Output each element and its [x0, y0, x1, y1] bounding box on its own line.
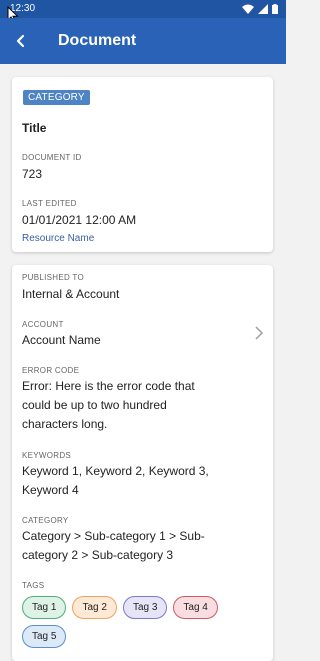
- document-title: Title: [22, 121, 47, 135]
- arrow-left-icon: [16, 34, 25, 48]
- tag-chip[interactable]: Tag 1: [22, 596, 67, 619]
- document-details-card: PUBLISHED TO Internal & Account ACCOUNT …: [12, 265, 273, 661]
- tag-chip[interactable]: Tag 2: [72, 596, 117, 619]
- document-id-label: DOCUMENT ID: [22, 153, 82, 162]
- back-button[interactable]: [10, 30, 32, 52]
- wifi-icon: [242, 4, 254, 14]
- tag-chip[interactable]: Tag 3: [122, 596, 168, 619]
- error-code-value: Error: Here is the error code that could…: [22, 379, 195, 431]
- resource-link[interactable]: Resource Name: [22, 233, 94, 244]
- document-id-value: 723: [22, 167, 43, 181]
- app-bar: Document: [0, 18, 286, 64]
- keywords-label: KEYWORDS: [22, 451, 72, 460]
- tags-label: TAGS: [22, 581, 45, 590]
- tag-chip[interactable]: Tag 5: [22, 625, 67, 648]
- keywords-value: Keyword 1, Keyword 2, Keyword 3, Keyword…: [22, 464, 209, 497]
- signal-icon: [258, 4, 268, 14]
- last-edited-label: LAST EDITED: [22, 199, 77, 208]
- account-label: ACCOUNT: [22, 320, 64, 329]
- tag-chip[interactable]: Tag 4: [173, 596, 218, 619]
- status-bar: 12:30: [0, 0, 286, 18]
- last-edited-value: 01/01/2021 12:00 AM: [22, 213, 137, 227]
- error-code-label: ERROR CODE: [22, 366, 80, 375]
- category-badge: CATEGORY: [23, 90, 90, 105]
- category-path: Category > Sub-category 1 > Sub-category…: [22, 529, 205, 562]
- chevron-right-icon: [255, 326, 263, 340]
- battery-icon: [272, 4, 278, 14]
- account-value: Account Name: [22, 333, 101, 347]
- page-title: Document: [58, 32, 137, 49]
- published-to-value: Internal & Account: [22, 287, 120, 301]
- tag-list: Tag 1 Tag 2 Tag 3 Tag 4 Tag 5: [22, 596, 262, 648]
- status-icons: [242, 3, 278, 15]
- document-summary-card: CATEGORY Title DOCUMENT ID 723 LAST EDIT…: [12, 77, 273, 252]
- published-to-label: PUBLISHED TO: [22, 273, 84, 282]
- category-label: CATEGORY: [22, 516, 69, 525]
